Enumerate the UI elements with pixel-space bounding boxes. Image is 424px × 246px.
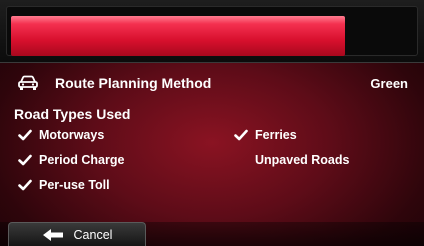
cancel-button[interactable]: Cancel	[8, 222, 146, 246]
checkmark-icon	[18, 129, 32, 141]
route-planning-method-value: Green	[370, 75, 408, 91]
route-planning-method-label: Route Planning Method	[55, 75, 212, 91]
road-type-per-use-toll[interactable]: Per-use Toll	[18, 178, 110, 192]
progress-bar-fill	[11, 16, 345, 56]
road-types-heading: Road Types Used	[14, 106, 131, 122]
road-type-label: Ferries	[255, 128, 297, 142]
road-type-label: Motorways	[39, 128, 105, 142]
arrow-left-icon	[42, 228, 63, 241]
progress-track	[11, 16, 413, 56]
road-type-label: Unpaved Roads	[255, 153, 350, 167]
checkmark-icon	[18, 179, 32, 191]
route-planning-method-row[interactable]: Route Planning Method Green	[18, 72, 408, 94]
top-bar	[0, 0, 424, 63]
cancel-label: Cancel	[73, 227, 113, 242]
road-type-unpaved-roads[interactable]: Unpaved Roads	[234, 153, 349, 167]
checkmark-icon	[234, 129, 248, 141]
road-type-ferries[interactable]: Ferries	[234, 128, 297, 142]
car-icon	[18, 75, 38, 90]
checkmark-icon	[18, 154, 32, 166]
road-type-period-charge[interactable]: Period Charge	[18, 153, 124, 167]
route-settings-screen: Route Planning Method Green Road Types U…	[0, 0, 424, 246]
road-type-label: Period Charge	[39, 153, 125, 167]
road-type-motorways[interactable]: Motorways	[18, 128, 104, 142]
road-type-label: Per-use Toll	[39, 178, 110, 192]
progress-frame	[6, 6, 418, 56]
